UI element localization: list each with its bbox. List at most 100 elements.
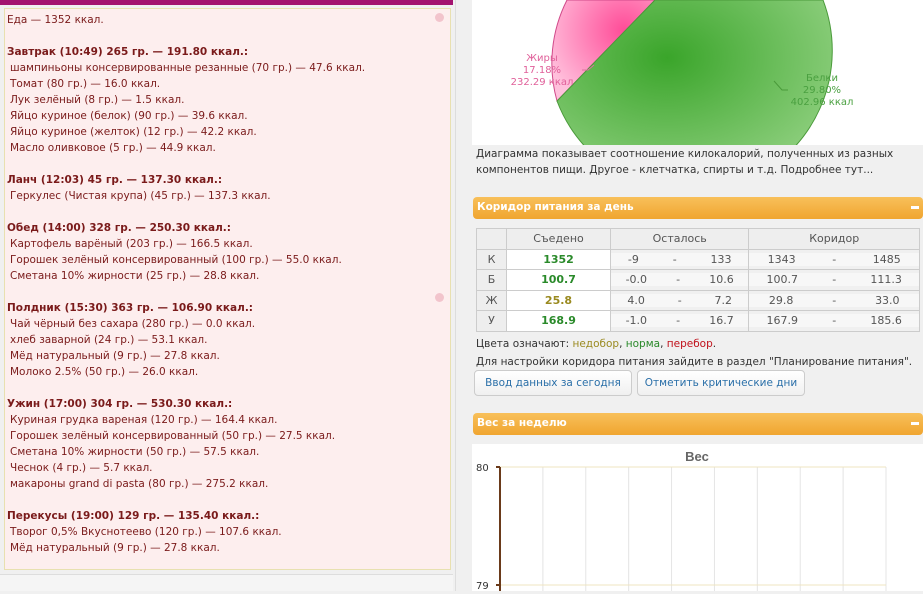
food-item[interactable]: Томат (80 гр.) — 16.0 ккал.	[7, 76, 448, 92]
fat-pct: 17.18%	[522, 65, 562, 76]
left-range: 4.0 - 7.2	[609, 289, 750, 311]
critical-days-button[interactable]: Отметить критические дни	[637, 370, 805, 396]
pie-description: Диаграмма показывает соотношение килокал…	[476, 148, 894, 176]
food-item[interactable]: Горошек зелёный консервированный (100 гр…	[7, 252, 448, 268]
sep: -	[832, 252, 837, 266]
weight-chart: Вес 80 79	[472, 444, 923, 592]
food-item[interactable]: Геркулес (Чистая крупа) (45 гр.) — 137.3…	[7, 188, 448, 204]
food-item[interactable]: Творог 0,5% Вкуснотеево (120 гр.) — 107.…	[7, 524, 448, 540]
row-label: К	[476, 248, 507, 270]
chart-title: Вес	[685, 449, 709, 464]
food-item[interactable]: Сметана 10% жирности (50 гр.) — 57.5 кка…	[7, 444, 448, 460]
col-left: Осталось	[609, 228, 750, 250]
weight-panel-header[interactable]: Вес за неделю	[473, 413, 923, 435]
corridor-max: 185.6	[870, 314, 902, 328]
food-item[interactable]: макароны grand di pasta (80 гр.) — 275.2…	[7, 476, 448, 492]
protein-kcal: 402.96 ккал	[790, 97, 854, 108]
left-min: -9	[627, 252, 639, 266]
left-min: 4.0	[627, 293, 645, 307]
meal-title: Обед (14:00) 328 гр. — 250.30 ккал.:	[7, 222, 231, 234]
corridor-range: 167.9 - 185.6	[748, 310, 920, 332]
food-item[interactable]: Мёд натуральный (9 гр.) — 27.8 ккал.	[7, 348, 448, 364]
calorie-pie-chart: Жиры 17.18% 232.29 ккал Белки 29.80% 402…	[472, 0, 923, 194]
left-max: 7.2	[714, 293, 732, 307]
food-diary: Еда — 1352 ккал. Завтрак (10:49) 265 гр.…	[4, 8, 451, 570]
sep: -	[676, 314, 681, 328]
diary-total: Еда — 1352 ккал.	[7, 14, 104, 26]
corridor-range: 100.7 - 111.3	[748, 269, 920, 291]
food-item[interactable]: Мёд натуральный (9 гр.) — 27.8 ккал.	[7, 540, 448, 556]
corridor-max: 33.0	[875, 293, 900, 307]
corridor-table: Съедено Осталось Коридор К 1352 -9 - 133 1…	[476, 228, 920, 332]
minimize-icon[interactable]	[911, 206, 919, 209]
food-item[interactable]: Яйцо куриное (белок) (90 гр.) — 39.6 кка…	[7, 108, 448, 124]
diary-panel: Еда — 1352 ккал. Завтрак (10:49) 265 гр.…	[0, 0, 456, 591]
sep: -	[676, 273, 681, 287]
fat-label: Жиры 17.18% 232.29 ккал	[502, 53, 582, 89]
row-label: Ж	[476, 289, 507, 311]
sep: -	[832, 293, 837, 307]
weight-chart-svg: Вес 80 79	[476, 449, 887, 592]
food-item[interactable]: Куриная грудка вареная (120 гр.) — 164.4…	[7, 412, 448, 428]
hand-icon[interactable]	[435, 293, 444, 302]
corridor-min: 167.9	[766, 314, 798, 328]
food-item[interactable]: Чеснок (4 гр.) — 5.7 ккал.	[7, 460, 448, 476]
corridor-max: 111.3	[870, 273, 902, 287]
food-item[interactable]: Горошек зелёный консервированный (50 гр.…	[7, 428, 448, 444]
weight-title: Вес за неделю	[477, 417, 567, 429]
corridor-max: 1485	[872, 252, 901, 266]
hand-icon[interactable]	[435, 13, 444, 22]
meal-title: Ужин (17:00) 304 гр. — 530.30 ккал.:	[7, 398, 233, 410]
protein-name: Белки	[806, 73, 838, 84]
corridor-min: 29.8	[768, 293, 794, 307]
minimize-icon[interactable]	[911, 422, 919, 425]
panel-footer	[0, 574, 453, 591]
left-range: -1.0 - 16.7	[609, 310, 750, 332]
sep: -	[677, 293, 682, 307]
fat-kcal: 232.29 ккал	[510, 77, 574, 88]
food-item[interactable]: Сметана 10% жирности (25 гр.) — 28.8 кка…	[7, 268, 448, 284]
col-corridor: Коридор	[748, 228, 920, 250]
input-today-button[interactable]: Ввод данных за сегодня	[474, 370, 632, 396]
meal-title: Перекусы (19:00) 129 гр. — 135.40 ккал.:	[7, 510, 260, 522]
sep: -	[832, 273, 837, 287]
protein-label: Белки 29.80% 402.96 ккал	[782, 73, 862, 109]
food-item[interactable]: Чай чёрный без сахара (280 гр.) — 0.0 кк…	[7, 316, 448, 332]
food-item[interactable]: Картофель варёный (203 гр.) — 166.5 ккал…	[7, 236, 448, 252]
legend-under: недобор	[572, 338, 620, 350]
col-eaten: Съедено	[506, 228, 611, 250]
eaten-value: 168.9	[506, 310, 611, 332]
right-column: Жиры 17.18% 232.29 ккал Белки 29.80% 402…	[470, 0, 923, 592]
left-range: -9 - 133	[609, 248, 750, 270]
y-tick-label: 79	[476, 581, 489, 591]
food-item[interactable]: Яйцо куриное (желток) (12 гр.) — 42.2 кк…	[7, 124, 448, 140]
food-item[interactable]: Лук зелёный (8 гр.) — 1.5 ккал.	[7, 92, 448, 108]
food-item[interactable]: хлеб заварной (24 гр.) — 53.1 ккал.	[7, 332, 448, 348]
left-range: -0.0 - 10.6	[609, 269, 750, 291]
legend-norm: норма	[625, 338, 661, 350]
corridor-min: 100.7	[766, 273, 798, 287]
eaten-value: 1352	[506, 248, 611, 270]
y-tick-label: 80	[476, 463, 489, 474]
sep: -	[672, 252, 677, 266]
left-min: -1.0	[625, 314, 648, 328]
food-item[interactable]: шампиньоны консервированные резанные (70…	[7, 60, 448, 76]
protein-pct: 29.80%	[802, 85, 842, 96]
food-item[interactable]: Молоко 2.5% (50 гр.) — 26.0 ккал.	[7, 364, 448, 380]
corridor-row: Б 100.7 -0.0 - 10.6 100.7 - 111.3	[476, 269, 920, 291]
food-item[interactable]: Масло оливковое (5 гр.) — 44.9 ккал.	[7, 140, 448, 156]
legend-over: перебор	[666, 338, 713, 350]
corridor-range: 1343 - 1485	[748, 248, 920, 270]
sep: -	[832, 314, 837, 328]
diary-header-bar	[0, 0, 453, 5]
legend-prefix: Цвета означают:	[476, 338, 570, 350]
eaten-value: 100.7	[506, 269, 611, 291]
corridor-range: 29.8 - 33.0	[748, 289, 920, 311]
meal-title: Ланч (12:03) 45 гр. — 137.30 ккал.:	[7, 174, 223, 186]
settings-note: Для настройки коридора питания зайдите в…	[476, 356, 913, 368]
meal-title: Полдник (15:30) 363 гр. — 106.90 ккал.:	[7, 302, 254, 314]
corridor-title: Коридор питания за день	[477, 201, 634, 213]
left-max: 16.7	[709, 314, 734, 328]
corridor-panel-header[interactable]: Коридор питания за день	[473, 197, 923, 219]
corridor-min: 1343	[767, 252, 796, 266]
